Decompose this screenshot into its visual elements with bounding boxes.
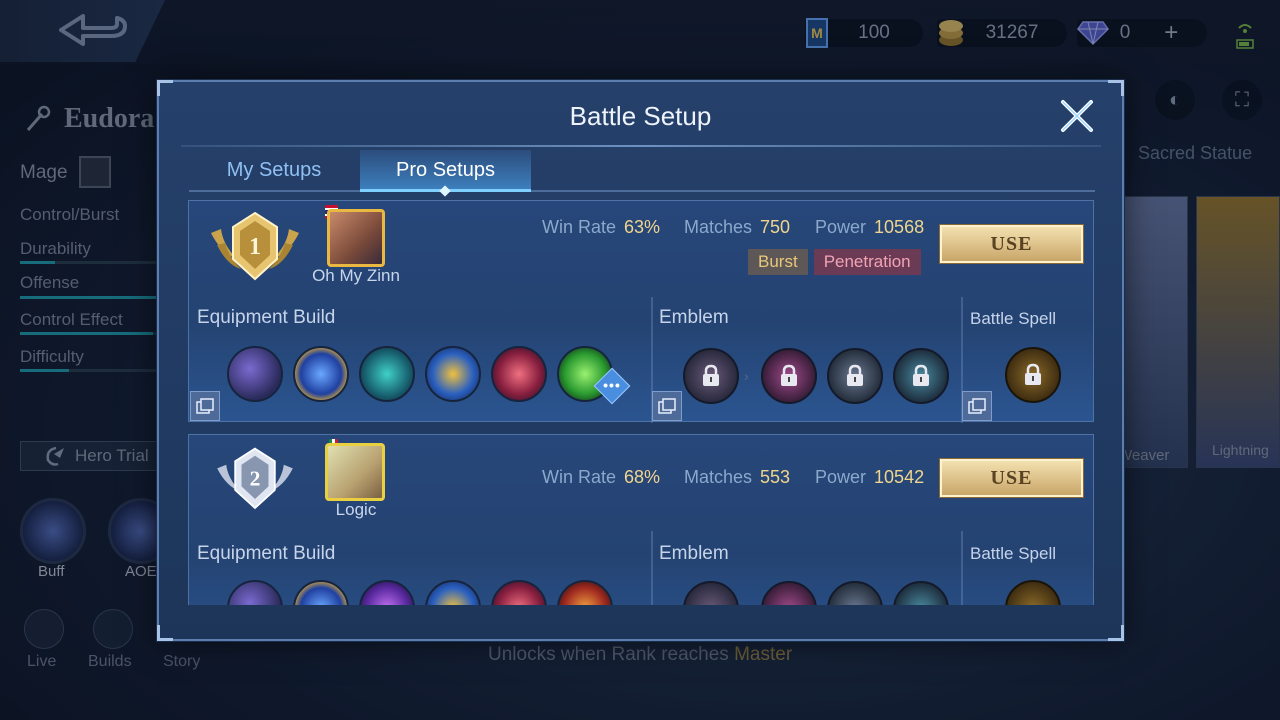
boots-icon[interactable] (227, 580, 283, 605)
rank-number: 1 (249, 234, 261, 260)
talent-swirl-icon[interactable] (761, 348, 817, 404)
emblem-label: Emblem (659, 307, 729, 328)
rank-number: 2 (250, 467, 261, 491)
battle-setup-modal: Battle Setup My Setups Pro Setups 1 Oh M… (157, 80, 1124, 641)
golden-trident-icon[interactable] (425, 346, 481, 402)
golden-trident-icon[interactable] (425, 580, 481, 605)
win-rate: Win Rate 63% (542, 217, 660, 238)
tag-burst: Burst (748, 249, 808, 275)
teal-staff-icon[interactable] (359, 346, 415, 402)
tab-pro-setups[interactable]: Pro Setups (360, 150, 531, 197)
player-name[interactable]: Logic (297, 500, 415, 520)
power-value: 10542 (874, 467, 925, 487)
blue-orb-icon[interactable] (293, 580, 349, 605)
matches-value: 750 (760, 217, 791, 237)
tag-penetration: Penetration (813, 249, 921, 275)
copy-icon (658, 398, 676, 414)
lock-icon (847, 364, 863, 386)
talent-feather-icon[interactable] (827, 348, 883, 404)
talent-feather-icon[interactable] (827, 581, 883, 605)
win-rate-label: Win Rate (542, 467, 617, 487)
player-avatar[interactable] (325, 443, 385, 501)
setup-card: 1 Oh My Zinn Win Rate 63% Matches 750 Po… (188, 200, 1094, 423)
corner-ornament (157, 80, 173, 96)
lock-icon (913, 364, 929, 386)
matches: Matches 553 (684, 467, 790, 488)
magic-emblem-icon[interactable] (683, 348, 739, 404)
crimson-wand-icon[interactable] (491, 346, 547, 402)
flame-book-icon[interactable] (557, 580, 613, 605)
copy-build-button[interactable] (190, 391, 220, 421)
copy-icon (968, 398, 986, 414)
copy-spell-button[interactable] (962, 391, 992, 421)
rank-2-badge-icon: 2 (217, 447, 293, 510)
matches-label: Matches (684, 467, 753, 487)
boots-icon[interactable] (227, 346, 283, 402)
corner-ornament (1108, 80, 1124, 96)
title-divider (181, 145, 1101, 147)
equipment-build-label: Equipment Build (197, 307, 336, 328)
matches-value: 553 (760, 467, 791, 487)
talent-cycle-icon[interactable] (893, 348, 949, 404)
power-value: 10568 (874, 217, 925, 237)
power: Power 10542 (815, 467, 924, 488)
magic-emblem-icon[interactable] (683, 581, 739, 605)
win-rate-value: 63% (624, 217, 661, 237)
win-rate: Win Rate 68% (542, 467, 660, 488)
talent-swirl-icon[interactable] (761, 581, 817, 605)
use-button[interactable]: USE (940, 459, 1083, 497)
pro-setups-list[interactable]: 1 Oh My Zinn Win Rate 63% Matches 750 Po… (188, 200, 1096, 605)
active-tab-dot (439, 185, 451, 197)
battle-spell-label: Battle Spell (970, 544, 1056, 563)
lock-icon (781, 364, 797, 386)
section-divider (961, 531, 963, 605)
build-tags: Burst Penetration (748, 249, 921, 275)
golden-figure-spell-icon[interactable] (1005, 347, 1061, 403)
win-rate-label: Win Rate (542, 217, 617, 237)
power-label: Power (815, 467, 867, 487)
equipment-build-label: Equipment Build (197, 543, 336, 564)
rank-1-badge-icon: 1 (211, 211, 299, 281)
lock-icon (703, 364, 719, 386)
lock-icon (1025, 363, 1041, 385)
more-items-dots: ••• (603, 377, 621, 393)
talent-cycle-icon[interactable] (893, 581, 949, 605)
battle-spell-label: Battle Spell (970, 309, 1056, 328)
player-name[interactable]: Oh My Zinn (297, 266, 415, 286)
power-label: Power (815, 217, 867, 237)
player-avatar[interactable] (327, 209, 385, 267)
corner-ornament (1108, 625, 1124, 641)
power: Power 10568 (815, 217, 924, 238)
close-icon[interactable] (1057, 96, 1097, 136)
setup-card: 2 Logic Win Rate 68% Matches 553 Power 1… (188, 434, 1094, 605)
modal-title: Battle Setup (569, 101, 712, 131)
tab-my-setups-label: My Setups (226, 158, 322, 181)
tab-pro-setups-label: Pro Setups (396, 158, 495, 181)
corner-ornament (157, 625, 173, 641)
golden-figure-spell-icon[interactable] (1005, 580, 1061, 605)
emblem-label: Emblem (659, 543, 729, 564)
blue-orb-icon[interactable] (293, 346, 349, 402)
matches-label: Matches (684, 217, 753, 237)
chevron-right-icon: › (744, 368, 749, 384)
use-button[interactable]: USE (940, 225, 1083, 263)
tab-my-setups[interactable]: My Setups (189, 150, 359, 190)
crimson-wand-icon[interactable] (491, 580, 547, 605)
violet-wing-icon[interactable] (359, 580, 415, 605)
copy-icon (196, 398, 214, 414)
section-divider (651, 531, 653, 605)
setup-tabs: My Setups Pro Setups (189, 150, 1095, 197)
copy-emblem-button[interactable] (652, 391, 682, 421)
win-rate-value: 68% (624, 467, 661, 487)
matches: Matches 750 (684, 217, 790, 238)
